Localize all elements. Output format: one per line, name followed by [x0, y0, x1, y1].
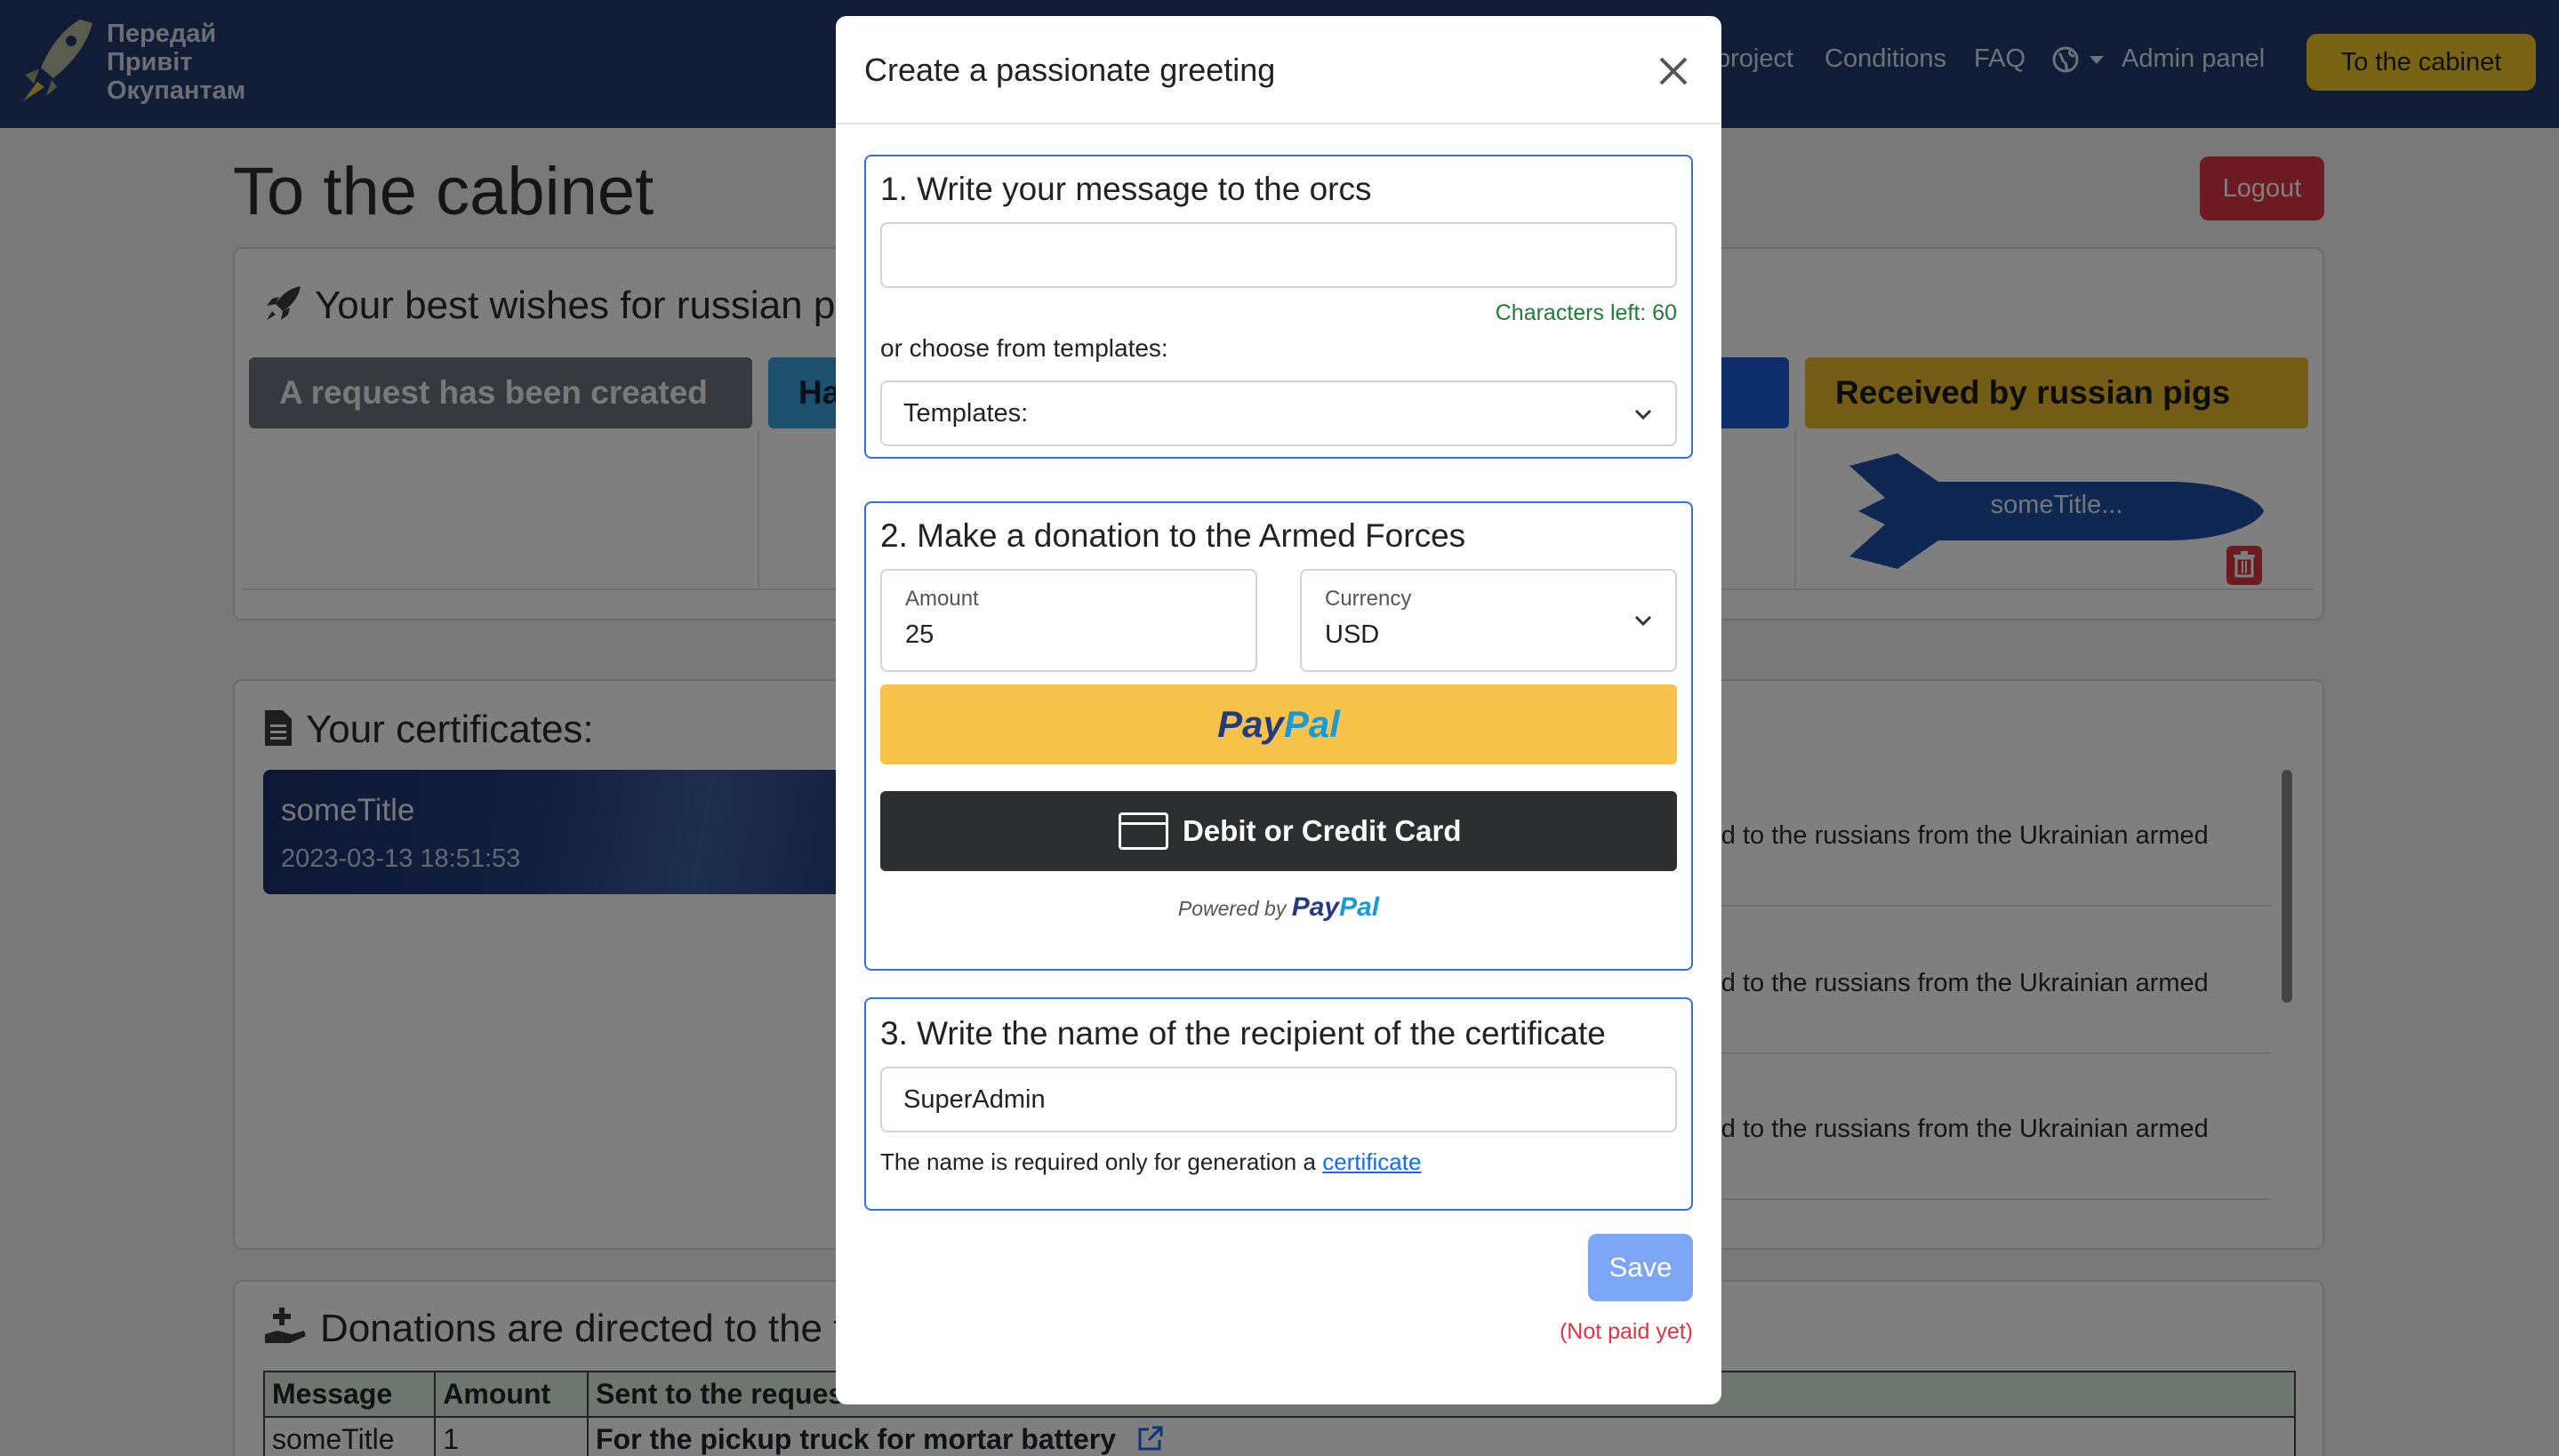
step-message-title: 1. Write your message to the orcs [880, 171, 1372, 207]
modal-header: Create a passionate greeting [836, 16, 1721, 124]
paypal-button[interactable]: PayPal [880, 684, 1677, 764]
templates-label: or choose from templates: [880, 334, 1168, 362]
currency-select[interactable]: Currency USD [1300, 569, 1677, 672]
templates-select-value: Templates: [903, 399, 1029, 428]
credit-card-icon [1119, 812, 1168, 850]
step-donation: 2. Make a donation to the Armed Forces A… [864, 501, 1693, 971]
characters-left: Characters left: 60 [1495, 300, 1677, 325]
amount-value: 25 [905, 620, 935, 649]
chevron-down-icon [1634, 615, 1652, 627]
step-recipient-title: 3. Write the name of the recipient of th… [880, 1015, 1606, 1052]
currency-value: USD [1325, 620, 1380, 649]
paypal-logo-part: Pay [1291, 892, 1340, 922]
card-button-label: Debit or Credit Card [1183, 814, 1462, 847]
close-button[interactable] [1654, 52, 1693, 91]
modal-title: Create a passionate greeting [864, 52, 1276, 88]
step-donation-title: 2. Make a donation to the Armed Forces [880, 517, 1466, 554]
save-button[interactable]: Save [1588, 1234, 1693, 1301]
close-icon [1659, 57, 1688, 85]
paypal-logo-part: Pal [1283, 703, 1340, 745]
templates-select[interactable]: Templates: [880, 380, 1677, 446]
message-input[interactable] [880, 222, 1677, 288]
paypal-logo-part: Pay [1217, 703, 1284, 745]
step-recipient: 3. Write the name of the recipient of th… [864, 997, 1693, 1211]
powered-by-paypal: Powered by PayPal [866, 892, 1691, 923]
amount-field[interactable]: Amount 25 [880, 569, 1257, 672]
recipient-hint-text: The name is required only for generation… [880, 1148, 1316, 1175]
certificate-link[interactable]: certificate [1322, 1148, 1421, 1175]
chevron-down-icon [1634, 409, 1652, 420]
amount-label: Amount [905, 587, 979, 611]
paypal-logo-part: Pal [1339, 892, 1380, 922]
recipient-hint: The name is required only for generation… [880, 1148, 1421, 1176]
payment-status: (Not paid yet) [1559, 1319, 1693, 1344]
step-message: 1. Write your message to the orcs Charac… [864, 155, 1693, 459]
debit-credit-card-button[interactable]: Debit or Credit Card [880, 791, 1677, 871]
powered-by-text: Powered by [1177, 897, 1287, 920]
create-greeting-modal: Create a passionate greeting 1. Write yo… [836, 16, 1721, 1404]
currency-label: Currency [1325, 587, 1412, 611]
recipient-name-input[interactable]: SuperAdmin [880, 1067, 1677, 1132]
